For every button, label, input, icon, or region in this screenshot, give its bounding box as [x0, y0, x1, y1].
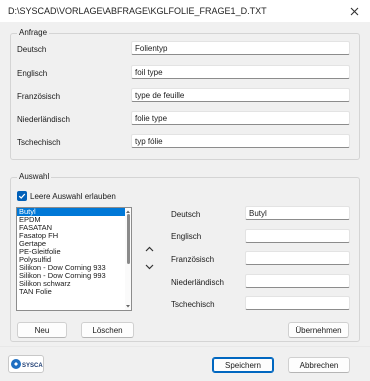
auswahl-group-title: Auswahl — [17, 172, 52, 181]
title-bar: D:\SYSCAD\VORLAGE\ABFRAGE\KGLFOLIE_FRAGE… — [0, 0, 370, 22]
anfrage-group-title: Anfrage — [17, 28, 50, 37]
auswahl-label-tschechisch: Tschechisch — [171, 300, 215, 309]
scroll-down-icon[interactable] — [125, 304, 131, 309]
apply-button[interactable]: Übernehmen — [288, 322, 349, 338]
material-listbox[interactable]: Butyl EPDM FASATAN Fasatop FH Gertape PE-Glei… — [16, 207, 132, 311]
svg-text:SYSCAD: SYSCAD — [22, 363, 43, 369]
anfrage-label-deutsch: Deutsch — [17, 45, 47, 54]
chevron-up-icon — [145, 246, 153, 252]
anfrage-label-englisch: Englisch — [17, 69, 48, 78]
chevron-down-icon — [145, 264, 153, 270]
save-button[interactable]: Speichern — [212, 357, 274, 373]
anfrage-label-niederlaendisch: Niederländisch — [17, 115, 70, 124]
material-list-items: Butyl EPDM FASATAN Fasatop FH Gertape PE-Glei… — [17, 208, 131, 296]
checkmark-icon — [18, 193, 26, 199]
anfrage-label-franzoesisch: Französisch — [17, 92, 61, 101]
auswahl-label-franzoesisch: Französisch — [171, 255, 215, 264]
anfrage-field-deutsch[interactable]: Folientyp — [131, 41, 350, 55]
allow-empty-checkbox[interactable] — [17, 191, 27, 201]
dialog-window: D:\SYSCAD\VORLAGE\ABFRAGE\KGLFOLIE_FRAGE… — [0, 0, 370, 381]
auswahl-label-niederlaendisch: Niederländisch — [171, 278, 224, 287]
auswahl-field-englisch[interactable] — [245, 229, 350, 243]
allow-empty-label: Leere Auswahl erlauben — [30, 192, 116, 201]
auswahl-field-niederlaendisch[interactable] — [245, 274, 350, 288]
list-scrollbar[interactable] — [125, 208, 131, 310]
window-title: D:\SYSCAD\VORLAGE\ABFRAGE\KGLFOLIE_FRAGE… — [8, 6, 267, 16]
anfrage-field-tschechisch[interactable]: typ fólie — [131, 134, 350, 148]
auswahl-field-deutsch[interactable]: Butyl — [245, 206, 350, 220]
list-item[interactable]: TAN Folie — [17, 288, 131, 296]
move-up-button[interactable] — [142, 243, 156, 255]
auswahl-label-deutsch: Deutsch — [171, 210, 201, 219]
auswahl-field-franzoesisch[interactable] — [245, 251, 350, 265]
auswahl-field-tschechisch[interactable] — [245, 296, 350, 310]
anfrage-label-tschechisch: Tschechisch — [17, 138, 61, 147]
new-button[interactable]: Neu — [17, 322, 67, 338]
cancel-button[interactable]: Abbrechen — [288, 357, 350, 373]
syscad-logo: SYSCAD — [8, 355, 44, 373]
footer-divider — [0, 346, 370, 347]
anfrage-field-niederlaendisch[interactable]: folie type — [131, 111, 350, 125]
move-down-button[interactable] — [142, 261, 156, 273]
scroll-thumb[interactable] — [127, 214, 130, 264]
delete-button[interactable]: Löschen — [81, 322, 134, 338]
anfrage-field-englisch[interactable]: foil type — [131, 65, 350, 79]
anfrage-field-franzoesisch[interactable]: type de feuille — [131, 88, 350, 102]
close-icon[interactable] — [346, 3, 362, 19]
auswahl-label-englisch: Englisch — [171, 232, 202, 241]
